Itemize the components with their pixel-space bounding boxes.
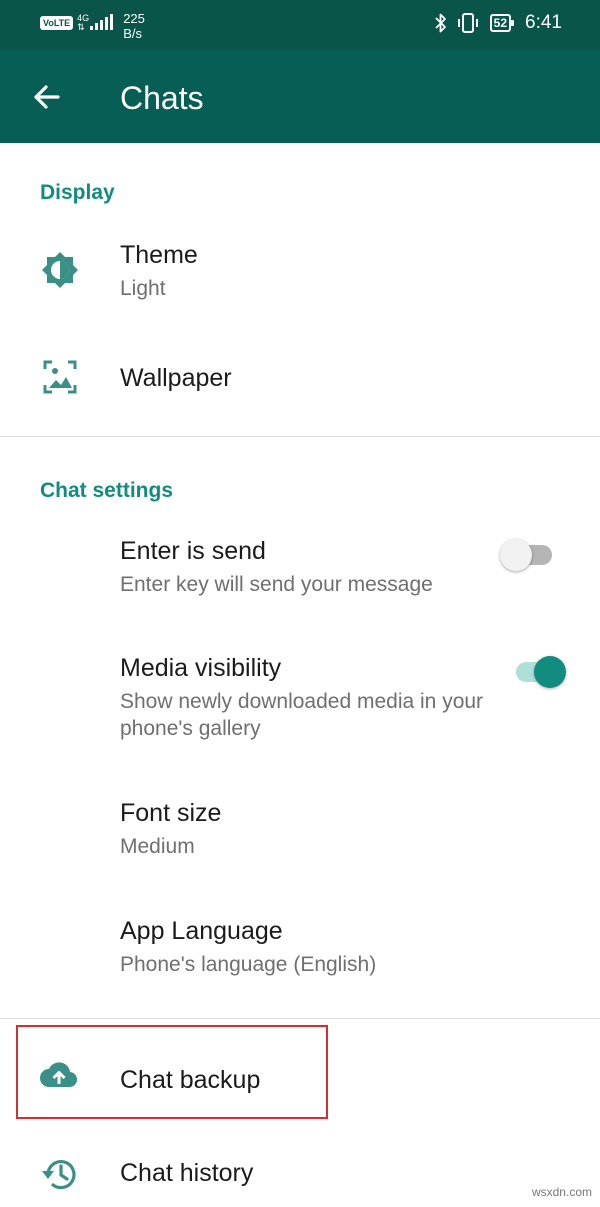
- wallpaper-icon: [43, 360, 77, 394]
- enter-is-send-description: Enter key will send your message: [120, 573, 433, 596]
- clock: 6:41: [525, 12, 562, 33]
- font-size-label: Font size: [120, 799, 222, 827]
- battery-indicator: 52: [489, 14, 515, 32]
- media-visibility-description: Show newly downloaded media in your phon…: [120, 690, 484, 740]
- app-language-setting[interactable]: App Language Phone's language (English): [0, 910, 600, 1000]
- network-speed: 225 B/s: [123, 11, 145, 41]
- chat-history-setting[interactable]: Chat history: [0, 1140, 600, 1207]
- chat-history-label: Chat history: [120, 1159, 254, 1187]
- arrow-left-icon: [34, 85, 60, 109]
- status-right: 52 6:41: [434, 12, 562, 34]
- speed-value: 225: [123, 11, 145, 26]
- signal-icon: [90, 11, 115, 31]
- back-button[interactable]: [28, 78, 66, 116]
- status-bar: VoLTE 4G ⇅ 225 B/s 52 6:41: [0, 0, 600, 50]
- theme-value: Light: [120, 277, 166, 300]
- vibrate-icon: [456, 12, 480, 34]
- enter-is-send-setting[interactable]: Enter is send Enter key will send your m…: [0, 530, 600, 620]
- history-icon: [42, 1160, 76, 1190]
- toggle-thumb: [500, 539, 532, 571]
- wallpaper-label: Wallpaper: [120, 364, 232, 392]
- font-size-setting[interactable]: Font size Medium: [0, 792, 600, 882]
- divider: [0, 436, 600, 437]
- app-language-value: Phone's language (English): [120, 953, 377, 976]
- theme-setting[interactable]: Theme Light: [0, 230, 600, 325]
- bluetooth-icon: [434, 12, 448, 34]
- media-visibility-setting[interactable]: Media visibility Show newly downloaded m…: [0, 648, 600, 758]
- data-arrows-icon: ⇅: [77, 22, 85, 32]
- status-left: VoLTE 4G ⇅ 225 B/s: [40, 11, 145, 41]
- media-visibility-label: Media visibility: [120, 654, 282, 682]
- highlight-box: [16, 1025, 328, 1119]
- divider: [0, 1018, 600, 1019]
- volte-badge: VoLTE: [40, 16, 74, 30]
- section-title-display: Display: [40, 181, 115, 204]
- toggle-thumb: [534, 656, 566, 688]
- network-indicator: 4G ⇅: [77, 14, 89, 32]
- media-visibility-toggle[interactable]: [512, 651, 568, 691]
- wallpaper-setting[interactable]: Wallpaper: [0, 335, 600, 420]
- theme-label: Theme: [120, 241, 198, 269]
- page-title: Chats: [120, 80, 204, 116]
- font-size-value: Medium: [120, 835, 195, 858]
- watermark: wsxdn.com: [531, 1185, 592, 1199]
- app-language-label: App Language: [120, 917, 283, 945]
- enter-is-send-label: Enter is send: [120, 537, 266, 565]
- brightness-icon: [42, 252, 78, 288]
- speed-unit: B/s: [123, 26, 142, 41]
- app-bar: Chats: [0, 50, 600, 143]
- section-title-chat-settings: Chat settings: [40, 479, 174, 502]
- enter-is-send-toggle[interactable]: [500, 534, 556, 574]
